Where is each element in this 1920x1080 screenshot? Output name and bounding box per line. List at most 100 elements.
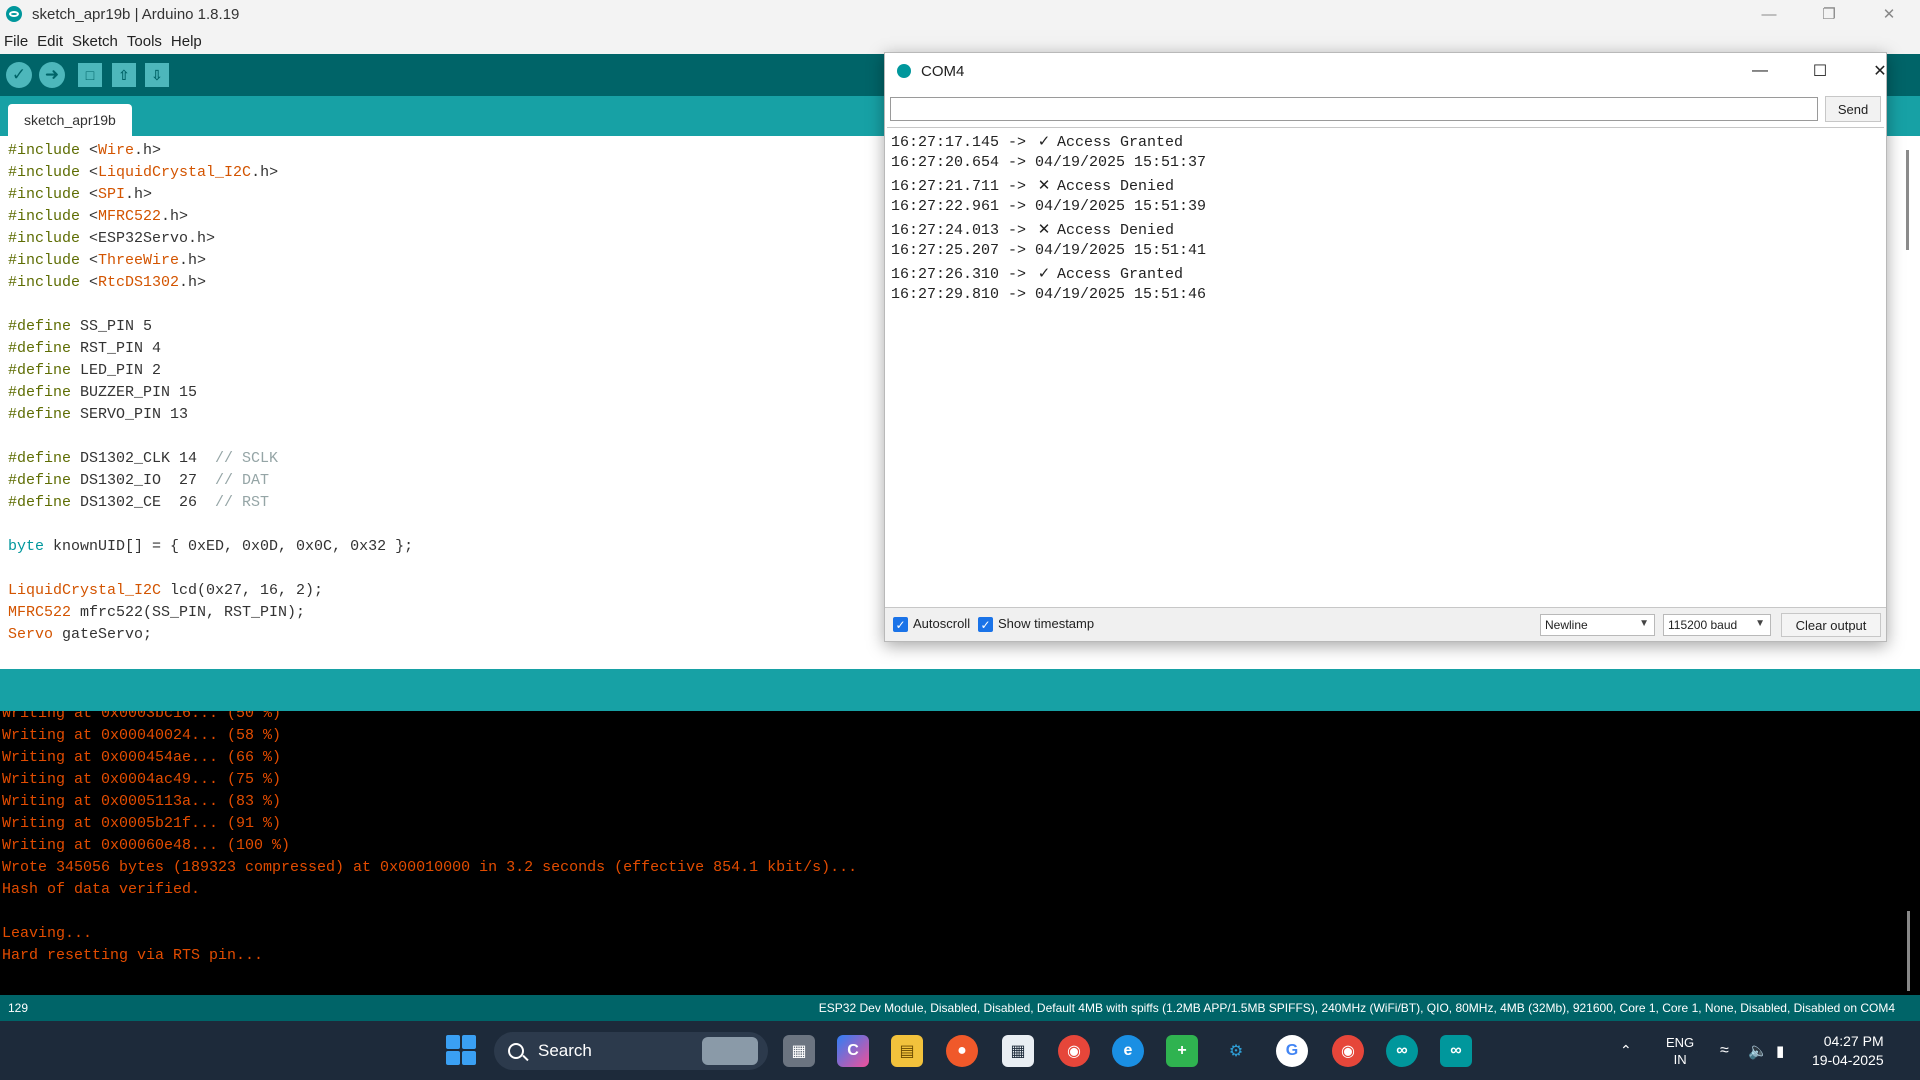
battery-icon[interactable]: ▮ xyxy=(1776,1021,1784,1080)
task-view-icon[interactable]: ▦ xyxy=(783,1035,815,1067)
serial-line: 16:27:17.145 -> ✓ Access Granted xyxy=(891,130,1884,152)
search-highlight-icon xyxy=(702,1037,758,1065)
console-line: Writing at 0x00040024... (58 %) xyxy=(2,727,282,744)
menu-item-tools[interactable]: Tools xyxy=(127,33,162,50)
code-token: .h> xyxy=(179,252,207,269)
code-token: #define xyxy=(8,340,81,357)
save-file-icon[interactable]: ⇩ xyxy=(145,63,169,87)
minimize-icon[interactable]: — xyxy=(1746,0,1792,28)
tray-overflow-icon[interactable]: ⌃ xyxy=(1620,1021,1632,1080)
menu-item-sketch[interactable]: Sketch xyxy=(72,33,118,50)
baud-rate-value: 115200 baud xyxy=(1668,618,1738,632)
app-tool-icon[interactable]: ⚙ xyxy=(1220,1035,1252,1067)
minimize-icon[interactable]: — xyxy=(1737,53,1783,89)
serial-message: Access Denied xyxy=(1057,222,1175,239)
serial-footer: ✓ Autoscroll ✓ Show timestamp Newline ▼ … xyxy=(885,607,1886,641)
serial-monitor-window: COM4 — ☐ ✕ Send 16:27:17.145 -> ✓ Access … xyxy=(884,52,1887,642)
upload-icon[interactable]: ➜ xyxy=(39,62,65,88)
maximize-icon[interactable]: ☐ xyxy=(1797,53,1843,89)
console-line: Wrote 345056 bytes (189323 compressed) a… xyxy=(2,859,858,876)
code-token: #define xyxy=(8,472,81,489)
edge-icon[interactable]: e xyxy=(1112,1035,1144,1067)
code-token: DS1302_IO 27 xyxy=(80,472,216,489)
close-icon[interactable]: ✕ xyxy=(1866,0,1912,28)
console-line: Writing at 0x0003bc16... (50 %) xyxy=(2,711,282,722)
clock[interactable]: 04:27 PM 19-04-2025 xyxy=(1812,1021,1884,1080)
serial-timestamp: 16:27:21.711 -> xyxy=(891,178,1036,195)
code-token: SPI xyxy=(98,186,126,203)
new-file-icon[interactable]: □ xyxy=(78,63,102,87)
show-timestamp-checkbox[interactable]: ✓ xyxy=(978,617,993,632)
code-token: mfrc522(SS_PIN, RST_PIN); xyxy=(71,604,306,621)
menu-item-help[interactable]: Help xyxy=(171,33,202,50)
line-ending-select[interactable]: Newline ▼ xyxy=(1540,614,1655,636)
language-indicator[interactable]: ENG IN xyxy=(1666,1021,1694,1080)
code-token: // RST xyxy=(215,494,270,511)
code-token: lcd(0x27, 16, 2); xyxy=(161,582,324,599)
code-token: #include xyxy=(8,274,90,291)
menu-item-file[interactable]: File xyxy=(4,33,28,50)
wifi-icon[interactable]: ≈ xyxy=(1720,1021,1729,1080)
google-icon[interactable]: G xyxy=(1276,1035,1308,1067)
code-token: #define xyxy=(8,384,81,401)
taskbar: Search ▦ C ▤ ● ▦ ◉ e + ⚙ G ◉ ∞ ∞ ⌃ ENG I… xyxy=(0,1021,1920,1080)
editor-scrollbar[interactable] xyxy=(1906,150,1909,250)
code-token: #define xyxy=(8,450,81,467)
code-token: MFRC522 xyxy=(8,604,72,621)
code-token: < xyxy=(89,274,99,291)
autoscroll-checkbox[interactable]: ✓ xyxy=(893,617,908,632)
code-token: LiquidCrystal_I2C xyxy=(98,164,252,181)
serial-send-input[interactable] xyxy=(890,97,1818,121)
code-token: #include xyxy=(8,164,90,181)
serial-line: 16:27:26.310 -> ✓ Access Granted xyxy=(891,262,1884,284)
chrome-icon[interactable]: ◉ xyxy=(1058,1035,1090,1067)
check-mark-icon: ✓ xyxy=(1037,264,1051,282)
volume-icon[interactable]: 🔈 xyxy=(1748,1021,1768,1080)
title-bar: sketch_apr19b | Arduino 1.8.19 — ❐ ✕ xyxy=(0,0,1920,28)
console-line: Writing at 0x000454ae... (66 %) xyxy=(2,749,282,766)
serial-line: 16:27:20.654 -> 04/19/2025 15:51:37 xyxy=(891,152,1884,174)
code-token: DS1302_CLK 14 xyxy=(80,450,216,467)
code-token: #include xyxy=(8,186,90,203)
tab-sketch[interactable]: sketch_apr19b xyxy=(8,104,132,136)
microsoft-store-icon[interactable]: ▦ xyxy=(1002,1035,1034,1067)
open-file-icon[interactable]: ⇧ xyxy=(112,63,136,87)
console-scrollbar[interactable] xyxy=(1907,911,1910,991)
file-explorer-icon[interactable]: ▤ xyxy=(891,1035,923,1067)
serial-timestamp: 16:27:22.961 -> xyxy=(891,198,1036,215)
menu-item-edit[interactable]: Edit xyxy=(37,33,63,50)
verify-icon[interactable]: ✓ xyxy=(6,62,32,88)
arduino-ide-taskbar-icon[interactable]: ∞ xyxy=(1440,1035,1472,1067)
code-token: Wire xyxy=(98,142,135,159)
serial-line: 16:27:29.810 -> 04/19/2025 15:51:46 xyxy=(891,284,1884,306)
code-token: #include xyxy=(8,142,90,159)
serial-line: 16:27:21.711 -> ✕ Access Denied xyxy=(891,174,1884,196)
serial-timestamp: 16:27:29.810 -> xyxy=(891,286,1036,303)
arduino-taskbar-icon[interactable]: ∞ xyxy=(1386,1035,1418,1067)
code-token: #define xyxy=(8,362,81,379)
code-token: knownUID[] = { 0xED, 0x0D, 0x0C, 0x32 }; xyxy=(44,538,414,555)
clear-output-button[interactable]: Clear output xyxy=(1781,613,1881,637)
serial-timestamp: 16:27:20.654 -> xyxy=(891,154,1036,171)
console-line: Writing at 0x00060e48... (100 %) xyxy=(2,837,291,854)
close-icon[interactable]: ✕ xyxy=(1857,53,1903,89)
chrome-profile-icon[interactable]: ◉ xyxy=(1332,1035,1364,1067)
restore-icon[interactable]: ❐ xyxy=(1806,0,1852,28)
firefox-icon[interactable]: ● xyxy=(946,1035,978,1067)
autoscroll-label: Autoscroll xyxy=(913,616,971,631)
board-info: ESP32 Dev Module, Disabled, Disabled, De… xyxy=(818,1001,1895,1015)
taskbar-search[interactable]: Search xyxy=(494,1032,768,1070)
console-line: Leaving... xyxy=(2,925,93,942)
send-button[interactable]: Send xyxy=(1825,96,1881,122)
sheets-icon[interactable]: + xyxy=(1166,1035,1198,1067)
baud-rate-select[interactable]: 115200 baud ▼ xyxy=(1663,614,1771,636)
code-token: #include xyxy=(8,230,90,247)
code-token: .h> xyxy=(179,274,207,291)
copilot-icon[interactable]: C xyxy=(837,1035,869,1067)
code-token: #define xyxy=(8,406,81,423)
editor-console-divider[interactable] xyxy=(0,669,1920,711)
arduino-logo-icon xyxy=(6,6,22,22)
serial-line: 16:27:25.207 -> 04/19/2025 15:51:41 xyxy=(891,240,1884,262)
windows-start-icon[interactable] xyxy=(446,1035,476,1065)
